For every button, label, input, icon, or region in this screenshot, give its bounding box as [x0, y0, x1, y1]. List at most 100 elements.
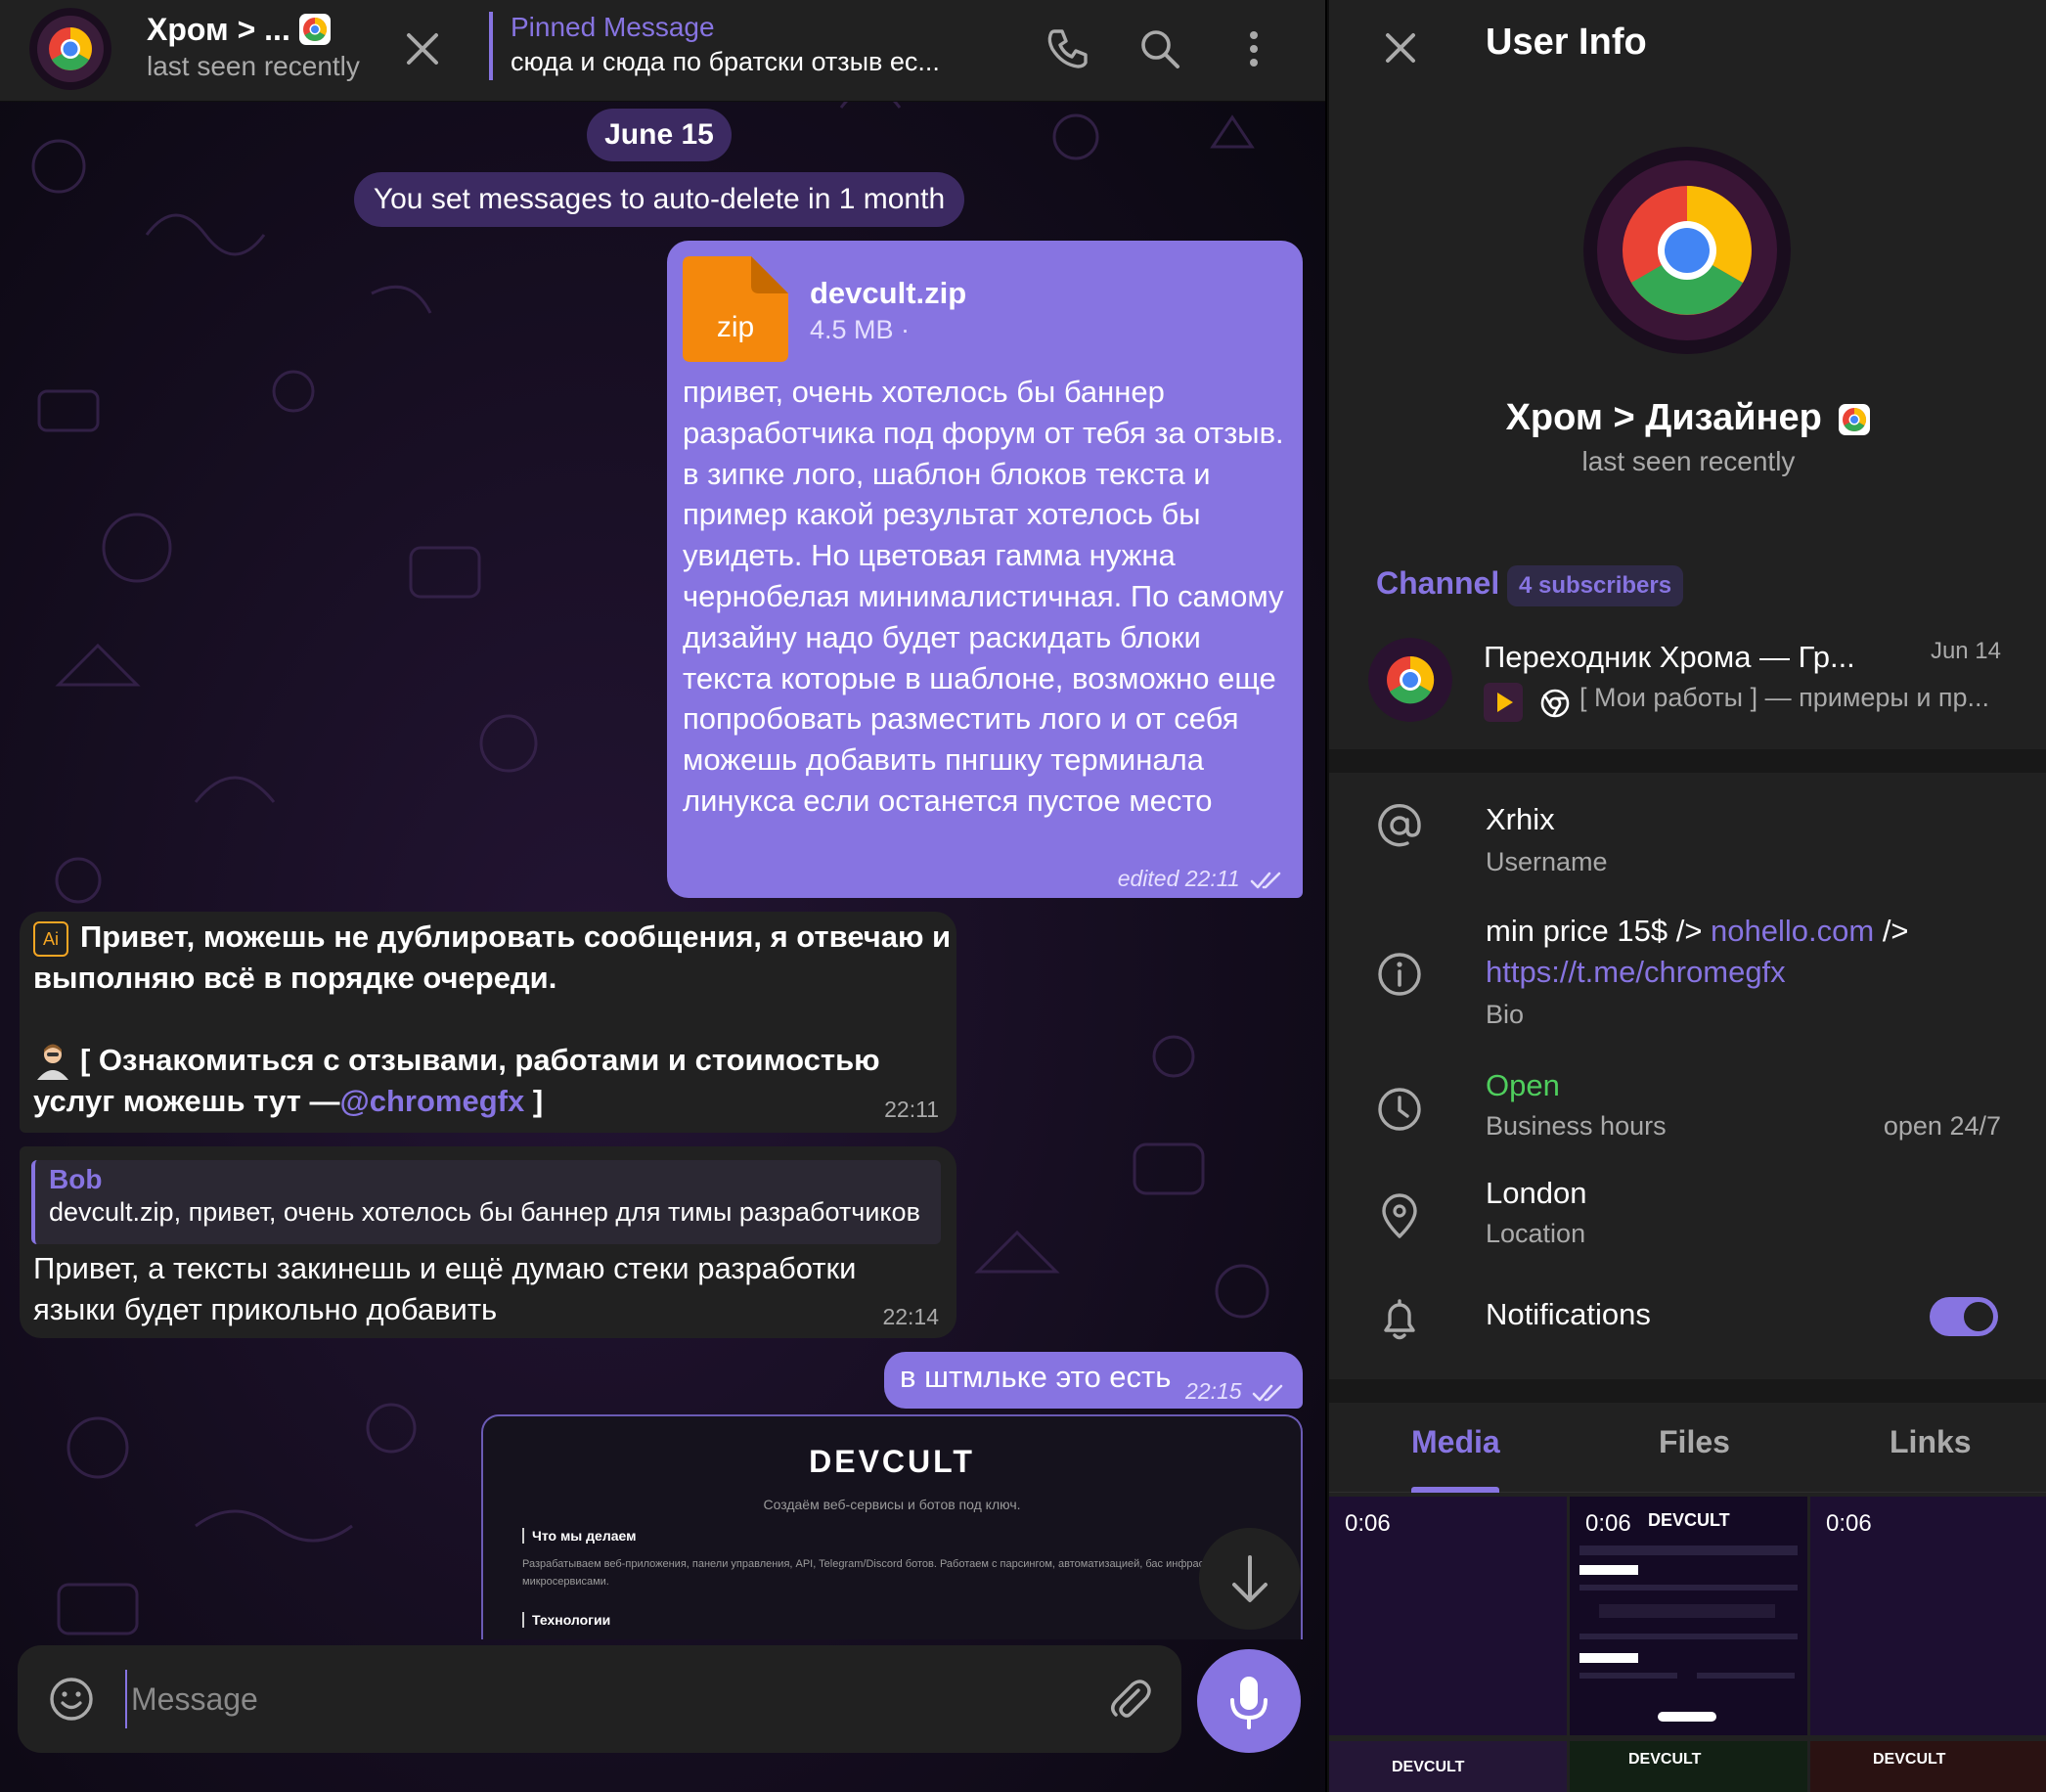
- location-label: Location: [1486, 1219, 1586, 1248]
- profile-status: last seen recently: [1581, 446, 1796, 476]
- channel-name: Переходник Хрома — Гр...: [1484, 640, 1855, 674]
- voice-record-button[interactable]: [1197, 1649, 1301, 1753]
- arrow-down-icon: [1232, 1555, 1268, 1602]
- attach-icon[interactable]: [1103, 1673, 1156, 1725]
- business-hours-row[interactable]: Open Business hours open 24/7: [1329, 1058, 2046, 1166]
- message-outgoing-short[interactable]: в штмльке это есть 22:15: [884, 1352, 1303, 1409]
- media-item[interactable]: DEVCULT: [1329, 1741, 1567, 1792]
- reply-author: Bob: [49, 1164, 103, 1194]
- shared-media-tabs: Media Files Links: [1329, 1403, 2046, 1493]
- clock-icon: [1378, 1088, 1421, 1131]
- preview-section-heading: Технологии: [522, 1612, 610, 1628]
- message-meta: 22:15: [1185, 1378, 1287, 1405]
- search-icon[interactable]: [1134, 23, 1185, 74]
- user-info-pane: User Info Хром > Дизайнер last seen rece…: [1327, 0, 2046, 1792]
- message-text-line: Привет, можешь не дублировать сообщения,…: [80, 919, 952, 954]
- chat-header: Хром > ... last seen recently Pinned Mes…: [0, 0, 1325, 102]
- chat-pane: Хром > ... last seen recently Pinned Mes…: [0, 0, 1325, 1792]
- preview-title: DEVCULT: [809, 1444, 975, 1479]
- mention-link[interactable]: @chromegfx: [340, 1084, 525, 1118]
- zip-file-icon[interactable]: zip: [683, 256, 788, 362]
- pinned-text: сюда и сюда по братски отзыв ес...: [511, 47, 940, 76]
- notifications-toggle[interactable]: [1930, 1297, 1998, 1336]
- message-outgoing-file[interactable]: zip devcult.zip 4.5 MB · привет, очень х…: [667, 241, 1303, 898]
- media-item[interactable]: 0:06 DEVCULT: [1570, 1497, 1807, 1735]
- bio-link[interactable]: nohello.com: [1711, 914, 1874, 948]
- message-incoming-reply[interactable]: Bob devcult.zip, привет, очень хотелось …: [20, 1146, 956, 1338]
- more-icon[interactable]: [1228, 23, 1279, 74]
- devcult-logo-text: DEVCULT: [1873, 1751, 1946, 1768]
- preview-section-heading: Что мы делаем: [522, 1528, 636, 1544]
- file-name[interactable]: devcult.zip: [810, 276, 966, 311]
- close-icon[interactable]: [1376, 23, 1425, 72]
- person-emoji-icon: [37, 1044, 68, 1080]
- message-input[interactable]: [125, 1670, 1005, 1728]
- chat-avatar[interactable]: [29, 8, 111, 90]
- panel-title: User Info: [1486, 22, 1647, 63]
- channel-last-post: [ Мои работы ] — примеры и пр...: [1579, 683, 1990, 712]
- profile-avatar[interactable]: [1583, 147, 1791, 354]
- svg-text:zip: zip: [717, 311, 754, 343]
- media-grid: 0:06 0:06 DEVCULT 0:06 DEVCULT DEVCULT D…: [1329, 1497, 2046, 1792]
- media-item[interactable]: 0:06: [1329, 1497, 1567, 1735]
- chrome-emoji-icon: [1839, 403, 1871, 435]
- bio-row[interactable]: min price 15$ /> nohello.com /> https://…: [1329, 898, 2046, 1045]
- personal-channel-row[interactable]: Переходник Хрома — Гр... Jun 14 [ Мои ра…: [1329, 626, 2046, 743]
- telegram-window: Хром > ... last seen recently Pinned Mes…: [0, 0, 2046, 1792]
- message-incoming-autoreply[interactable]: Ai Привет, можешь не дублировать сообщен…: [20, 912, 956, 1133]
- bio-label: Bio: [1486, 1000, 1525, 1029]
- chrome-emoji-icon: [299, 14, 331, 45]
- reply-quote[interactable]: Bob devcult.zip, привет, очень хотелось …: [31, 1160, 941, 1244]
- phone-icon[interactable]: [1043, 23, 1093, 74]
- message-time: 22:11: [884, 1097, 939, 1122]
- tab-links[interactable]: Links: [1890, 1424, 1972, 1460]
- devcult-logo-text: DEVCULT: [1648, 1510, 1730, 1530]
- devcult-logo-text: DEVCULT: [1628, 1751, 1702, 1768]
- media-item[interactable]: DEVCULT: [1570, 1741, 1807, 1792]
- media-item[interactable]: 0:06: [1810, 1497, 2046, 1735]
- double-check-icon: [1250, 872, 1281, 889]
- message-outgoing-image[interactable]: DEVCULT Создаём веб-сервисы и ботов под …: [481, 1414, 1303, 1639]
- profile-name-row: Хром > Дизайнер: [1329, 397, 2046, 439]
- info-icon: [1378, 953, 1421, 996]
- message-text-fragment: ]: [524, 1084, 544, 1118]
- video-duration: 0:06: [1585, 1510, 1631, 1537]
- hours-label: Business hours: [1486, 1111, 1667, 1141]
- notifications-row[interactable]: Notifications: [1329, 1277, 2046, 1356]
- bell-icon: [1384, 1299, 1415, 1340]
- bio-line: min price 15$ /> nohello.com />: [1486, 914, 1909, 949]
- tab-files[interactable]: Files: [1659, 1424, 1730, 1460]
- reply-text: devcult.zip, привет, очень хотелось бы б…: [49, 1197, 920, 1227]
- chat-status: last seen recently: [147, 51, 360, 81]
- bio-link[interactable]: https://t.me/chromegfx: [1486, 955, 1786, 990]
- at-sign-icon: [1378, 804, 1421, 847]
- location-pin-icon: [1382, 1193, 1417, 1238]
- microphone-icon: [1230, 1677, 1268, 1729]
- media-item[interactable]: DEVCULT: [1810, 1741, 2046, 1792]
- profile-name: Хром > Дизайнер: [1505, 397, 1822, 438]
- channel-avatar: [1368, 638, 1452, 722]
- scroll-down-button[interactable]: [1199, 1528, 1301, 1630]
- double-check-icon: [1252, 1384, 1283, 1402]
- location-row[interactable]: London Location: [1329, 1170, 2046, 1277]
- message-text: в штмльке это есть: [900, 1360, 1172, 1394]
- message-text-fragment: услуг можешь тут —: [33, 1084, 340, 1118]
- active-tab-indicator: [1411, 1487, 1499, 1493]
- pinned-message[interactable]: Pinned Message сюда и сюда по братски от…: [489, 12, 968, 80]
- emoji-icon[interactable]: [47, 1675, 96, 1724]
- subscribers-badge: 4 subscribers: [1507, 565, 1684, 606]
- service-message: You set messages to auto-delete in 1 mon…: [354, 172, 964, 227]
- username-row[interactable]: Xrhix Username: [1329, 773, 2046, 880]
- bio-text: min price 15$ />: [1486, 914, 1712, 948]
- preview-subtitle: Создаём веб-сервисы и ботов под ключ.: [763, 1497, 1021, 1512]
- username-value: Xrhix: [1486, 802, 1555, 836]
- message-meta: edited 22:11: [1118, 866, 1285, 892]
- location-value: London: [1486, 1176, 1587, 1210]
- close-icon[interactable]: [399, 25, 446, 72]
- file-size: 4.5 MB ·: [810, 315, 911, 344]
- tab-media[interactable]: Media: [1411, 1424, 1500, 1460]
- message-text: привет, очень хотелось бы баннер разрабо…: [683, 375, 1284, 818]
- devcult-logo-text: DEVCULT: [1392, 1759, 1465, 1775]
- chat-title[interactable]: Хром > ...: [147, 12, 290, 48]
- channel-date: Jun 14: [1930, 638, 2001, 664]
